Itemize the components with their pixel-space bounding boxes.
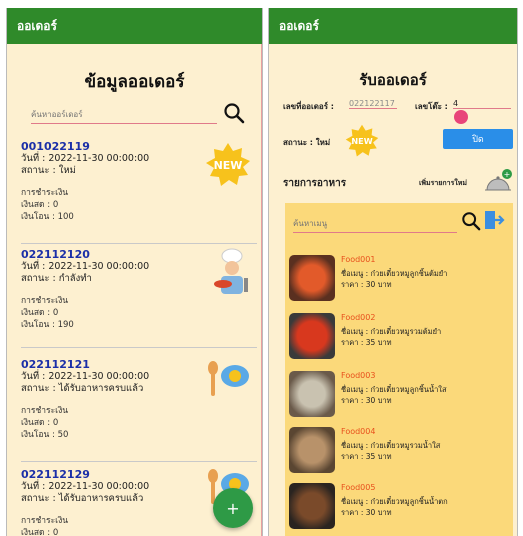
food-image xyxy=(289,371,335,417)
chef-icon xyxy=(214,248,248,294)
svg-text:+: + xyxy=(504,170,511,179)
food-item[interactable]: Food001 ชื่อเมนู : ก๋วยเตี๋ยวหมูลูกชิ้นต… xyxy=(289,253,513,307)
search-icon[interactable] xyxy=(223,102,245,124)
order-list-screen: ออเดอร์ ข้อมูลออเดอร์ 001022119 วันที่ :… xyxy=(6,8,263,536)
app-bar-title: ออเดอร์ xyxy=(17,18,57,33)
scroll-divider xyxy=(261,44,262,536)
food-id: Food004 xyxy=(341,427,376,436)
order-card[interactable]: 022112120 วันที่ : 2022-11-30 00:00:00 ส… xyxy=(21,248,257,348)
app-bar: ออเดอร์ xyxy=(7,8,262,44)
payment-label: การชำระเงิน xyxy=(21,188,69,198)
food-item[interactable]: Food002 ชื่อเมนู : ก๋วยเตี๋ยวหมูรวมต้มยำ… xyxy=(289,311,513,365)
food-image xyxy=(289,483,335,529)
order-card[interactable]: 022112121 วันที่ : 2022-11-30 00:00:00 ส… xyxy=(21,358,257,462)
food-list-title: รายการอาหาร xyxy=(283,178,347,189)
food-panel: Food001 ชื่อเมนู : ก๋วยเตี๋ยวหมูลูกชิ้นต… xyxy=(285,203,513,536)
text-cursor-handle[interactable] xyxy=(454,110,468,124)
food-image xyxy=(289,255,335,301)
page-title: ข้อมูลออเดอร์ xyxy=(84,72,185,92)
food-image xyxy=(289,313,335,359)
transfer-amount: เงินโอน : 50 xyxy=(21,430,69,440)
served-icon xyxy=(208,361,249,396)
new-badge-icon: NEW xyxy=(206,143,250,186)
food-price: ราคา : 35 บาท xyxy=(341,338,392,347)
receive-order-screen: ออเดอร์ รับออเดอร์ เลขที่ออเดอร์ : 02212… xyxy=(268,8,518,536)
food-item[interactable]: Food005 ชื่อเมนู : ก๋วยเตี๋ยวหมูลูกชิ้นน… xyxy=(289,481,513,535)
order-no-label: เลขที่ออเดอร์ : xyxy=(283,102,335,111)
food-id: Food005 xyxy=(341,483,376,492)
search-icon[interactable] xyxy=(461,211,481,231)
add-order-button[interactable]: + xyxy=(213,488,253,528)
order-no-field[interactable]: 022122117 xyxy=(349,99,397,109)
app-bar: ออเดอร์ xyxy=(269,8,517,44)
food-item[interactable]: Food003 ชื่อเมนู : ก๋วยเตี๋ยวหมูลูกชิ้นน… xyxy=(289,369,513,423)
menu-search-input[interactable] xyxy=(293,215,457,233)
add-food-label[interactable]: เพิ่มรายการใหม่ xyxy=(419,178,467,189)
cash-amount: เงินสด : 0 xyxy=(21,200,59,210)
food-price: ราคา : 30 บาท xyxy=(341,280,392,289)
app-bar-title: ออเดอร์ xyxy=(279,18,319,33)
close-button[interactable]: ปิด xyxy=(443,129,513,149)
svg-text:NEW: NEW xyxy=(214,159,243,172)
new-badge-text: NEW xyxy=(351,136,372,146)
menu-search xyxy=(293,211,505,233)
cash-amount: เงินสด : 0 xyxy=(21,418,59,428)
cash-amount: เงินสด : 0 xyxy=(21,528,59,536)
payment-label: การชำระเงิน xyxy=(21,406,69,416)
order-search xyxy=(31,102,251,124)
table-no-field[interactable]: 4 xyxy=(453,99,511,109)
transfer-amount: เงินโอน : 190 xyxy=(21,320,74,330)
status-label: สถานะ : ใหม่ xyxy=(283,138,331,147)
food-price: ราคา : 30 บาท xyxy=(341,508,392,517)
food-id: Food003 xyxy=(341,371,376,380)
payment-label: การชำระเงิน xyxy=(21,296,69,306)
transfer-amount: เงินโอน : 100 xyxy=(21,212,74,222)
cash-amount: เงินสด : 0 xyxy=(21,308,59,318)
order-card[interactable]: 001022119 วันที่ : 2022-11-30 00:00:00 ส… xyxy=(21,140,257,244)
page-title: รับออเดอร์ xyxy=(359,71,427,89)
search-input[interactable] xyxy=(31,106,217,124)
new-badge-icon: NEW xyxy=(345,124,379,157)
food-id: Food001 xyxy=(341,255,376,264)
food-image xyxy=(289,427,335,473)
food-item[interactable]: Food004 ชื่อเมนู : ก๋วยเตี๋ยวหมูรวมน้ำใส… xyxy=(289,425,513,479)
food-id: Food002 xyxy=(341,313,376,322)
food-price: ราคา : 35 บาท xyxy=(341,452,392,461)
add-dish-icon[interactable]: + xyxy=(483,168,513,194)
food-price: ราคา : 30 บาท xyxy=(341,396,392,405)
exit-door-icon[interactable] xyxy=(483,209,505,231)
table-no-label: เลขโต๊ะ : xyxy=(415,102,448,111)
